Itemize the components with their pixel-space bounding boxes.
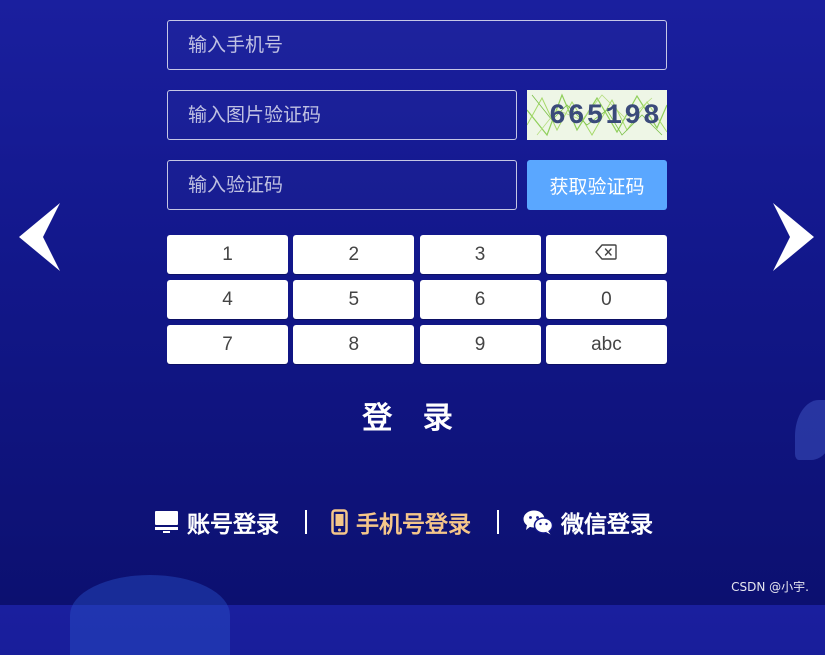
tab-phone-login[interactable]: 手机号登录	[331, 506, 471, 538]
key-2[interactable]: 2	[293, 235, 415, 274]
number-keypad: 1 2 3 4 5 6 0 7 8 9 abc	[167, 235, 667, 364]
tab-phone-label: 手机号登录	[356, 512, 471, 538]
key-0[interactable]: 0	[545, 280, 667, 319]
key-7[interactable]: 7	[167, 325, 288, 364]
login-method-tabs: 账号登录 手机号登录 微信登录	[0, 506, 825, 538]
tab-divider	[497, 510, 499, 534]
phone-input[interactable]	[167, 20, 667, 70]
backspace-icon	[595, 243, 618, 266]
tab-divider	[305, 510, 307, 534]
tab-wechat-login[interactable]: 微信登录	[523, 506, 653, 538]
login-button[interactable]: 登 录	[0, 393, 825, 437]
key-4[interactable]: 4	[167, 280, 288, 319]
captcha-image[interactable]: 665198	[527, 90, 667, 140]
key-6[interactable]: 6	[419, 280, 541, 319]
background-hill-decoration	[70, 575, 230, 655]
monitor-icon	[154, 510, 179, 534]
key-abc[interactable]: abc	[545, 325, 667, 364]
image-captcha-input[interactable]	[167, 90, 517, 140]
key-3[interactable]: 3	[419, 235, 541, 274]
next-arrow-icon[interactable]	[772, 203, 814, 271]
tab-wechat-label: 微信登录	[561, 512, 653, 538]
backspace-key[interactable]	[545, 235, 667, 274]
tab-account-login[interactable]: 账号登录	[154, 506, 279, 538]
watermark-text: CSDN @小宇.	[731, 580, 809, 594]
previous-arrow-icon[interactable]	[19, 203, 61, 271]
mobile-phone-icon	[331, 509, 348, 535]
key-9[interactable]: 9	[419, 325, 541, 364]
sms-code-input[interactable]	[167, 160, 517, 210]
wechat-icon	[523, 509, 553, 535]
captcha-text: 665198	[549, 101, 662, 132]
key-5[interactable]: 5	[293, 280, 415, 319]
tab-account-label: 账号登录	[187, 512, 279, 538]
get-code-button[interactable]: 获取验证码	[527, 160, 667, 210]
key-8[interactable]: 8	[293, 325, 415, 364]
key-1[interactable]: 1	[167, 235, 288, 274]
